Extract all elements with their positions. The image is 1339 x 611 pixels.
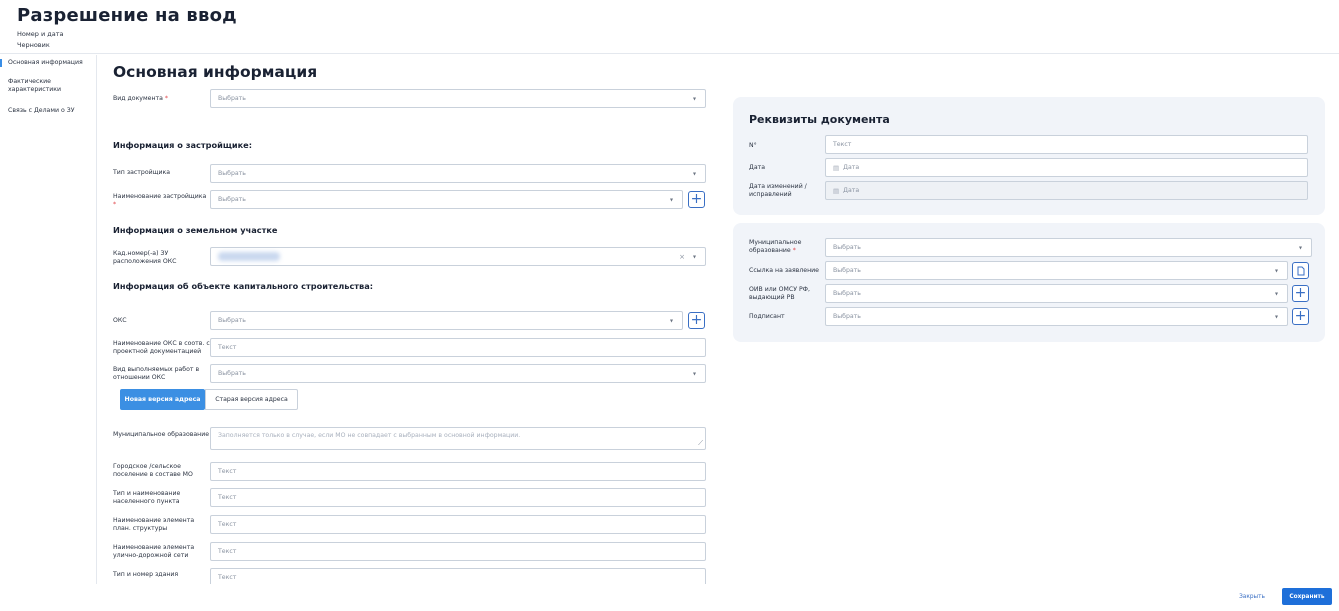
signer-label: Подписант [749, 313, 785, 320]
cadastral-select[interactable]: × ▾ [210, 247, 706, 266]
document-icon [1297, 266, 1305, 276]
chevron-down-icon: ▾ [1274, 267, 1278, 274]
redacted-value [218, 252, 280, 261]
status-text: Черновик [17, 41, 50, 49]
plan-element-input[interactable]: Текст [210, 515, 706, 534]
issuance-card: Муниципальное образование * Выбрать ▾ Ссы… [733, 223, 1325, 342]
calendar-icon: ▤ [833, 163, 840, 172]
developer-name-select[interactable]: Выбрать ▾ [210, 190, 683, 209]
clear-icon[interactable]: × [679, 253, 685, 261]
work-type-select[interactable]: Выбрать ▾ [210, 364, 706, 383]
add-developer-button[interactable]: + [688, 191, 705, 208]
document-details-card: Реквизиты документа N° Текст Дата ▤ Дата … [733, 97, 1325, 215]
doc-number-label: N° [749, 142, 757, 149]
doc-date-label: Дата [749, 164, 766, 171]
change-date-input: ▤ Дата [825, 181, 1308, 200]
signer-select[interactable]: Выбрать ▾ [825, 307, 1288, 326]
authority-label: ОИВ или ОМСУ РФ, выдающий РВ [749, 286, 810, 301]
save-button[interactable]: Сохранить [1282, 588, 1332, 605]
chevron-down-icon: ▾ [692, 370, 696, 377]
section-title: Основная информация [113, 63, 318, 81]
doc-type-select[interactable]: Выбрать ▾ [210, 89, 706, 108]
chevron-down-icon: ▾ [692, 170, 696, 177]
locality-label: Тип и наименование населенного пункта [113, 490, 181, 505]
calendar-icon: ▤ [833, 186, 840, 195]
page-title: Разрешение на ввод [17, 5, 237, 26]
resize-handle-icon[interactable]: ⟋ [698, 439, 703, 448]
settlement-input[interactable]: Текст [210, 462, 706, 481]
open-document-button[interactable] [1292, 262, 1309, 279]
work-type-label: Вид выполняемых работ в отношении ОКС [113, 366, 200, 381]
change-date-label: Дата изменений / исправлений [749, 183, 807, 198]
settlement-label: Городское /сельское поселение в составе … [113, 463, 193, 478]
cadastral-label: Кад.номер(-а) ЗУ расположения ОКС [113, 250, 177, 265]
doc-number-input[interactable]: Текст [825, 135, 1308, 154]
developer-type-select[interactable]: Выбрать ▾ [210, 164, 706, 183]
chevron-down-icon: ▾ [1274, 290, 1278, 297]
add-authority-button[interactable]: + [1292, 285, 1309, 302]
chevron-down-icon: ▾ [692, 95, 696, 102]
locality-input[interactable]: Текст [210, 488, 706, 507]
oks-name-label: Наименование ОКС в соотв. с проектной до… [113, 340, 210, 355]
oks-label: ОКС [113, 317, 127, 324]
sidebar: Основная информация Фактические характер… [0, 55, 97, 611]
developer-type-label: Тип застройщика [113, 169, 171, 176]
application-link-label: Ссылка на заявление [749, 267, 819, 274]
oks-section-title: Информация об объекте капитального строи… [113, 281, 374, 291]
municipality-textarea[interactable]: Заполняется только в случае, если МО не … [210, 427, 706, 450]
extra-municipality-label: Муниципальное образование * [749, 239, 802, 254]
doc-type-label: Вид документа * [113, 95, 168, 102]
main-content: Основная информация Вид документа * Выбр… [97, 55, 1339, 584]
doc-date-input[interactable]: ▤ Дата [825, 158, 1308, 177]
number-date-text: Номер и дата [17, 30, 64, 38]
oks-select[interactable]: Выбрать ▾ [210, 311, 683, 330]
chevron-down-icon: ▾ [1274, 313, 1278, 320]
developer-name-label: Наименование застройщика * [113, 193, 207, 208]
land-section-title: Информация о земельном участке [113, 225, 278, 235]
document-details-title: Реквизиты документа [749, 113, 890, 126]
close-button[interactable]: Закрыть [1230, 588, 1274, 605]
building-label: Тип и номер здания [113, 571, 179, 578]
footer-bar: Закрыть Сохранить [0, 584, 1339, 611]
plan-element-label: Наименование элемента план. структуры [113, 517, 195, 532]
building-input[interactable]: Текст [210, 568, 706, 584]
chevron-down-icon: ▾ [669, 196, 673, 203]
chevron-down-icon: ▾ [692, 253, 696, 260]
street-label: Наименование элемента улично-дорожной се… [113, 544, 195, 559]
application-link-select[interactable]: Выбрать ▾ [825, 261, 1288, 280]
tab-new-address[interactable]: Новая версия адреса [120, 389, 205, 410]
add-oks-button[interactable]: + [688, 312, 705, 329]
chevron-down-icon: ▾ [1298, 244, 1302, 251]
chevron-down-icon: ▾ [669, 317, 673, 324]
oks-name-input[interactable]: Текст [210, 338, 706, 357]
developer-section-title: Информация о застройщике: [113, 140, 252, 150]
sidebar-item-main-info[interactable]: Основная информация [0, 59, 96, 67]
page-header: Разрешение на ввод Номер и дата Черновик [0, 0, 1339, 54]
tab-old-address[interactable]: Старая версия адреса [205, 389, 298, 410]
add-signer-button[interactable]: + [1292, 308, 1309, 325]
authority-select[interactable]: Выбрать ▾ [825, 284, 1288, 303]
municipality-label: Муниципальное образование [113, 431, 210, 438]
sidebar-item-actual-characteristics[interactable]: Фактические характеристики [0, 78, 96, 94]
extra-municipality-select[interactable]: Выбрать ▾ [825, 238, 1312, 257]
sidebar-item-land-cases-link[interactable]: Связь с Делами о ЗУ [0, 107, 96, 115]
street-input[interactable]: Текст [210, 542, 706, 561]
